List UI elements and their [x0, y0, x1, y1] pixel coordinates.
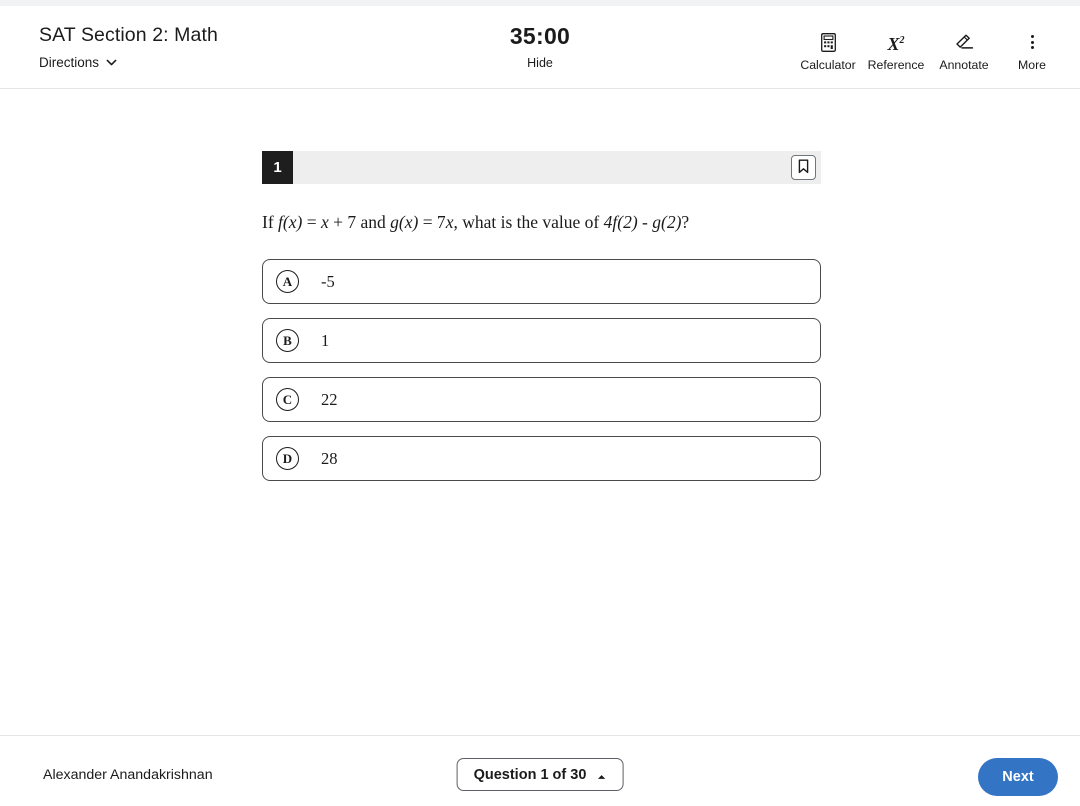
- choice-text-d: 28: [321, 448, 338, 468]
- calculator-icon: [820, 32, 836, 52]
- prompt-seg-italic: f(x): [278, 212, 303, 232]
- choice-letter-c: C: [276, 388, 299, 411]
- prompt-seg: , what is the value of: [453, 212, 604, 232]
- choice-letter-b: B: [276, 329, 299, 352]
- reference-glyph-exponent: 2: [899, 34, 905, 46]
- sat-test-app: SAT Section 2: Math Directions 35:00 Hid…: [0, 0, 1080, 806]
- question-number-badge: 1: [262, 151, 293, 184]
- reference-label: Reference: [867, 58, 925, 72]
- choice-text-c: 22: [321, 389, 338, 409]
- answer-choice-b[interactable]: B 1: [262, 318, 821, 363]
- annotate-label: Annotate: [939, 58, 989, 72]
- student-name: Alexander Anandakrishnan: [43, 767, 213, 783]
- directions-label: Directions: [39, 55, 100, 70]
- toolbar: Calculator X2 Reference Annotate More: [794, 30, 1066, 74]
- choice-text-a: -5: [321, 271, 335, 291]
- more-label: More: [1017, 58, 1047, 72]
- prompt-seg: If: [262, 212, 279, 232]
- bookmark-icon: [797, 159, 810, 177]
- choice-text-b: 1: [321, 330, 330, 350]
- prompt-seg: ?: [681, 212, 690, 232]
- x-squared-icon: X2: [887, 32, 905, 54]
- prompt-seg: = 7: [418, 212, 446, 232]
- prompt-seg-italic: x: [320, 212, 329, 232]
- prompt-seg-italic: g(x): [390, 212, 419, 232]
- main-content: 1 If f(x) = x + 7 and g(x) = 7x, what is…: [0, 89, 1080, 735]
- question-pane: 1 If f(x) = x + 7 and g(x) = 7x, what is…: [262, 151, 821, 481]
- more-button[interactable]: More: [998, 30, 1066, 74]
- prompt-seg: =: [302, 212, 321, 232]
- page-title: SAT Section 2: Math: [39, 24, 218, 46]
- choice-letter-d: D: [276, 447, 299, 470]
- pencil-icon: [954, 32, 974, 52]
- bookmark-button[interactable]: [791, 155, 816, 180]
- question-navigator-button[interactable]: Question 1 of 30: [456, 758, 624, 791]
- prompt-seg-italic: 4f(2) - g(2): [603, 212, 682, 232]
- next-button[interactable]: Next: [978, 758, 1058, 796]
- answer-choice-a[interactable]: A -5: [262, 259, 821, 304]
- prompt-seg: + 7 and: [328, 212, 391, 232]
- reference-button[interactable]: X2 Reference: [862, 30, 930, 74]
- choice-letter-a: A: [276, 270, 299, 293]
- chevron-down-icon: [106, 56, 117, 67]
- more-vertical-icon: [1030, 32, 1034, 52]
- annotate-button[interactable]: Annotate: [930, 30, 998, 74]
- reference-glyph-base: X: [887, 33, 900, 54]
- hide-timer-button[interactable]: Hide: [523, 54, 557, 72]
- question-prompt: If f(x) = x + 7 and g(x) = 7x, what is t…: [262, 210, 821, 234]
- answer-choices: A -5 B 1 C 22 D 28: [262, 259, 821, 481]
- answer-choice-d[interactable]: D 28: [262, 436, 821, 481]
- app-footer: Alexander Anandakrishnan Question 1 of 3…: [0, 735, 1080, 806]
- calculator-label: Calculator: [800, 58, 856, 72]
- app-header: SAT Section 2: Math Directions 35:00 Hid…: [0, 6, 1080, 89]
- question-header-bar: 1: [262, 151, 821, 184]
- answer-choice-c[interactable]: C 22: [262, 377, 821, 422]
- question-navigator-label: Question 1 of 30: [473, 766, 587, 783]
- directions-button[interactable]: Directions: [39, 55, 117, 70]
- chevron-up-icon: [596, 770, 606, 780]
- header-left-group: SAT Section 2: Math Directions: [39, 23, 218, 72]
- calculator-button[interactable]: Calculator: [794, 30, 862, 74]
